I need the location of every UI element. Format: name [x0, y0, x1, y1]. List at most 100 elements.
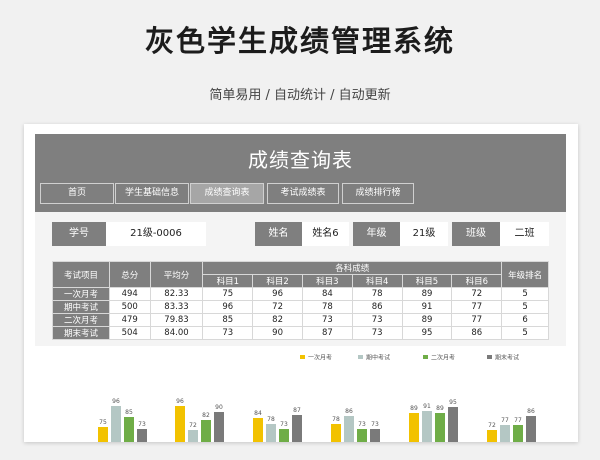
- table-row: 期中考试 500 83.33 96 72 78 86 91 77 5: [52, 300, 549, 314]
- page-title: 灰色学生成绩管理系统: [144, 24, 455, 58]
- bar-value-label: 72: [488, 422, 496, 429]
- score-table: 考试项目 总分 平均分 各科成绩 年级排名 科目1 科目2 科目3 科目4 科目…: [52, 261, 549, 340]
- chart-bar: [124, 417, 134, 442]
- score-cell: 77: [451, 313, 503, 327]
- avg-cell: 84.00: [149, 326, 204, 340]
- name-value: 姓名6: [302, 222, 349, 246]
- bar-value-label: 85: [125, 409, 133, 416]
- page-subtitle: 简单易用 / 自动统计 / 自动更新: [209, 88, 391, 103]
- score-cell: 82: [252, 313, 303, 327]
- chart-bar: [111, 406, 121, 442]
- score-cell: 85: [202, 313, 254, 327]
- chart-bar: [422, 411, 432, 442]
- chart-bar: [266, 424, 276, 442]
- bar-value-label: 89: [436, 405, 444, 412]
- bar-value-label: 86: [345, 408, 353, 415]
- bar-value-label: 73: [280, 421, 288, 428]
- rank-cell: 5: [501, 287, 549, 301]
- score-cell: 91: [401, 300, 453, 314]
- bar-value-label: 96: [112, 398, 120, 405]
- chart-bar: [435, 413, 445, 442]
- bar-value-label: 78: [267, 416, 275, 423]
- chart-bar: [370, 429, 380, 442]
- tab-ranking[interactable]: 成绩排行榜: [342, 183, 414, 204]
- score-cell: 73: [301, 313, 353, 327]
- avg-cell: 83.33: [149, 300, 204, 314]
- chart-bar: [201, 420, 211, 442]
- exam-name-cell: 一次月考: [52, 287, 110, 301]
- col-rank-header: 年级排名: [501, 261, 549, 288]
- table-row: 二次月考 479 79.83 85 82 73 73 89 77 6: [52, 313, 549, 327]
- total-cell: 494: [108, 287, 151, 301]
- chart-bar: [357, 429, 367, 442]
- bar-value-label: 82: [202, 412, 210, 419]
- score-cell: 87: [301, 326, 353, 340]
- legend-swatch: [423, 355, 428, 359]
- header-banner: 成绩查询表 首页 学生基础信息 成绩查询表 考试成绩表 成绩排行榜: [35, 134, 566, 212]
- chart-bar: [137, 429, 147, 442]
- legend-label: 二次月考: [431, 354, 455, 362]
- chart-bar: [526, 416, 536, 442]
- chart-bar: [98, 427, 108, 442]
- tab-exam-scores[interactable]: 考试成绩表: [267, 183, 339, 204]
- score-chart: 一次月考 期中考试 二次月考 期末考试 75 96 85 73 96 72 82 90 84 78 73 87…: [35, 346, 566, 442]
- score-cell: 95: [401, 326, 453, 340]
- rank-cell: 5: [501, 326, 549, 340]
- score-cell: 86: [451, 326, 503, 340]
- score-cell: 78: [351, 287, 403, 301]
- app-window: 成绩查询表 首页 学生基础信息 成绩查询表 考试成绩表 成绩排行榜 学号 21级…: [24, 124, 578, 442]
- chart-bar: [331, 424, 341, 442]
- chart-bar: [513, 425, 523, 442]
- exam-name-cell: 期中考试: [52, 300, 110, 314]
- bar-value-label: 96: [176, 398, 184, 405]
- exam-name-cell: 期末考试: [52, 326, 110, 340]
- score-cell: 78: [301, 300, 353, 314]
- col-subject-header: 科目2: [252, 274, 303, 288]
- rank-cell: 5: [501, 300, 549, 314]
- legend-label: 期末考试: [495, 354, 519, 362]
- total-cell: 500: [108, 300, 151, 314]
- score-chart-svg: 一次月考 期中考试 二次月考 期末考试 75 96 85 73 96 72 82 90 84 78 73 87…: [98, 354, 536, 442]
- col-total-header: 总分: [108, 261, 151, 288]
- chart-bar: [279, 429, 289, 442]
- student-id-input[interactable]: 21级-0006: [106, 222, 206, 246]
- col-subject-header: 科目3: [301, 274, 353, 288]
- student-id-label: 学号: [52, 222, 106, 246]
- bar-value-label: 75: [99, 419, 107, 426]
- score-cell: 77: [451, 300, 503, 314]
- avg-cell: 82.33: [149, 287, 204, 301]
- chart-bar: [253, 418, 263, 442]
- bar-value-label: 90: [215, 404, 223, 411]
- bar-value-label: 89: [410, 405, 418, 412]
- score-cell: 73: [351, 313, 403, 327]
- score-cell: 72: [252, 300, 303, 314]
- score-cell: 84: [301, 287, 353, 301]
- legend-label: 期中考试: [366, 354, 390, 362]
- table-header-row: 考试项目 总分 平均分 各科成绩 年级排名: [52, 261, 549, 288]
- col-exam-header: 考试项目: [52, 261, 110, 288]
- bar-value-label: 73: [358, 421, 366, 428]
- score-cell: 73: [202, 326, 254, 340]
- bar-value-label: 86: [527, 408, 535, 415]
- score-cell: 96: [252, 287, 303, 301]
- avg-cell: 79.83: [149, 313, 204, 327]
- bar-value-label: 87: [293, 407, 301, 414]
- score-cell: 86: [351, 300, 403, 314]
- query-panel: 学号 21级-0006 姓名 姓名6 年级 21级 班级 二班 考试项目 总分 …: [35, 212, 566, 442]
- rank-cell: 6: [501, 313, 549, 327]
- tab-student-info[interactable]: 学生基础信息: [115, 183, 189, 204]
- class-value: 二班: [500, 222, 549, 246]
- chart-bar: [487, 430, 497, 442]
- chart-bar: [292, 415, 302, 442]
- tab-score-query[interactable]: 成绩查询表: [190, 183, 264, 204]
- chart-bar: [188, 430, 198, 442]
- bar-value-label: 78: [332, 416, 340, 423]
- total-cell: 504: [108, 326, 151, 340]
- grade-label: 年级: [353, 222, 400, 246]
- grade-value: 21级: [400, 222, 448, 246]
- legend-swatch: [358, 355, 363, 359]
- col-subjects-group-header: 各科成绩: [202, 261, 503, 275]
- tab-home[interactable]: 首页: [40, 183, 114, 204]
- total-cell: 479: [108, 313, 151, 327]
- chart-bar: [500, 425, 510, 442]
